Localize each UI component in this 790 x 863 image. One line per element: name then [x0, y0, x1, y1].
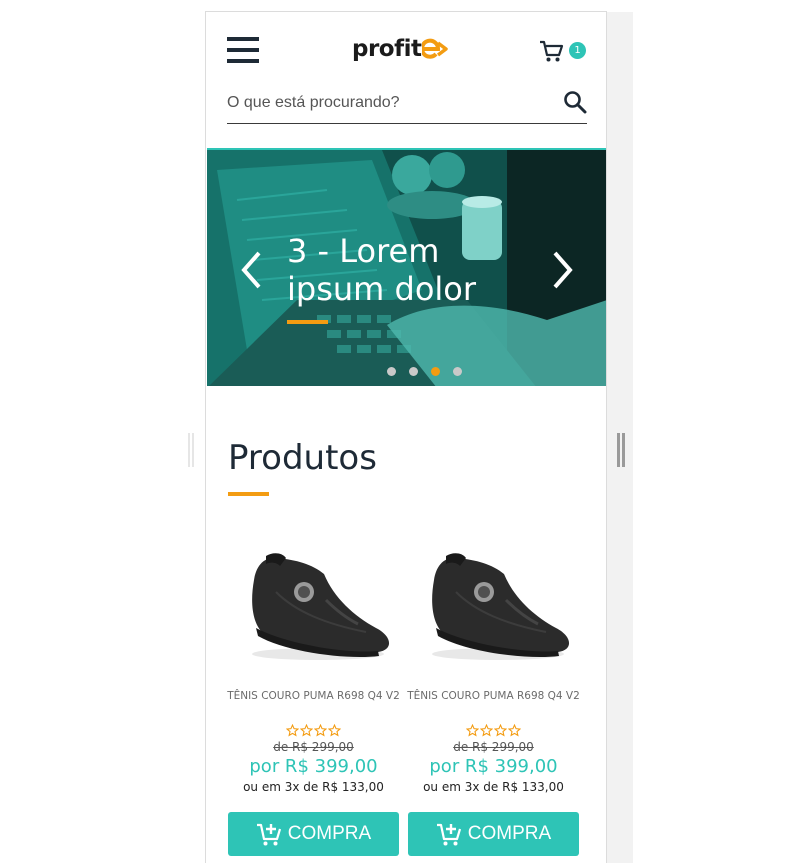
- star-icon: [480, 724, 493, 737]
- section-title-underline: [228, 492, 269, 496]
- product-name[interactable]: TÊNIS COURO PUMA R698 Q4 V2: [226, 686, 401, 706]
- search-bar: [227, 86, 587, 124]
- buy-button[interactable]: COMPRA: [408, 812, 579, 856]
- cart-icon: [540, 40, 564, 62]
- product-old-price: de R$ 299,00: [453, 740, 534, 754]
- carousel-next-arrow-icon[interactable]: [549, 250, 575, 290]
- product-old-price: de R$ 299,00: [273, 740, 354, 754]
- star-icon: [286, 724, 299, 737]
- section-title: Produtos: [228, 438, 377, 478]
- star-icon: [508, 724, 521, 737]
- cart-button[interactable]: 1: [538, 38, 590, 64]
- add-to-cart-icon: [436, 823, 461, 846]
- product-rating: [226, 724, 401, 737]
- hero-carousel[interactable]: 3 - Lorem ipsum dolor: [207, 148, 606, 386]
- star-icon: [328, 724, 341, 737]
- star-icon: [494, 724, 507, 737]
- left-resize-handle[interactable]: [188, 433, 194, 467]
- hero-title-underline: [287, 320, 328, 324]
- cart-count-badge: 1: [569, 42, 586, 59]
- product-installments: ou em 3x de R$ 133,00: [243, 780, 384, 794]
- carousel-dot[interactable]: [409, 367, 418, 376]
- carousel-dot[interactable]: [453, 367, 462, 376]
- hero-title: 3 - Lorem ipsum dolor: [287, 232, 477, 308]
- search-input[interactable]: [227, 92, 547, 114]
- star-icon: [466, 724, 479, 737]
- hamburger-menu-icon[interactable]: [227, 37, 259, 63]
- carousel-dot[interactable]: [387, 367, 396, 376]
- product-price: por R$ 399,00: [249, 756, 378, 777]
- add-to-cart-icon: [256, 823, 281, 846]
- product-image[interactable]: [406, 532, 581, 672]
- product-name[interactable]: TÊNIS COURO PUMA R698 Q4 V2: [406, 686, 581, 706]
- carousel-prev-arrow-icon[interactable]: [239, 250, 265, 290]
- logo[interactable]: profit: [352, 34, 450, 64]
- product-image[interactable]: [226, 532, 401, 672]
- logo-arrow-icon: [421, 38, 448, 59]
- product-installments: ou em 3x de R$ 133,00: [423, 780, 564, 794]
- logo-text: profit: [352, 36, 422, 62]
- buy-button-label: COMPRA: [467, 823, 552, 844]
- star-icon: [300, 724, 313, 737]
- product-price: por R$ 399,00: [429, 756, 558, 777]
- search-icon[interactable]: [563, 90, 587, 114]
- mobile-viewport: profit 1 O que está procurando? 3 - Lore…: [205, 11, 607, 863]
- buy-button[interactable]: COMPRA: [228, 812, 399, 856]
- product-rating: [406, 724, 581, 737]
- carousel-dots: [387, 367, 462, 376]
- right-resize-handle[interactable]: [617, 433, 625, 467]
- carousel-dot-active[interactable]: [431, 367, 440, 376]
- star-icon: [314, 724, 327, 737]
- buy-button-label: COMPRA: [287, 823, 372, 844]
